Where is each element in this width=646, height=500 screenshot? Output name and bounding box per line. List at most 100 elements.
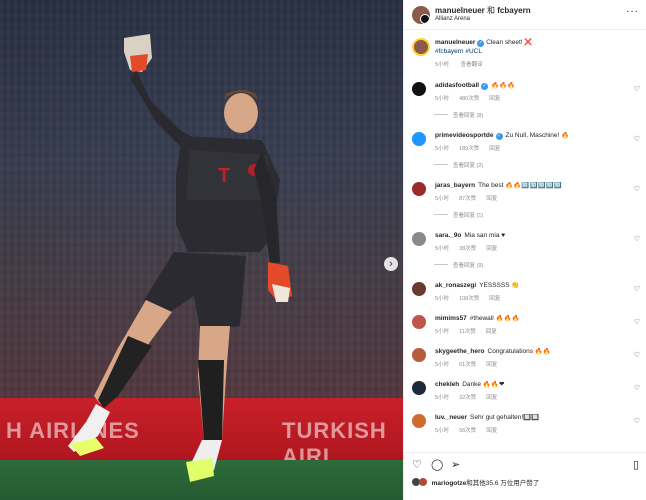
share-icon[interactable]: ➢ — [451, 458, 460, 471]
comment-username[interactable]: luv._neuer — [435, 414, 467, 421]
comment-avatar[interactable] — [412, 182, 426, 196]
comment-reply[interactable]: 回复 — [489, 96, 500, 102]
comment-avatar[interactable] — [412, 82, 426, 96]
comment-username[interactable]: jaras_bayern — [435, 182, 475, 189]
post-photo[interactable]: H AIRLINES TURKISH AIRL T › — [0, 0, 403, 500]
comment-time: 5小时 — [435, 246, 450, 252]
comment-meta: 5小时 61次赞 回复 — [435, 360, 507, 368]
comment-likes[interactable]: 61次赞 — [459, 362, 476, 368]
caption-avatar[interactable] — [412, 38, 430, 56]
comment-heart-icon[interactable]: ♡ — [634, 318, 640, 326]
caption-text: Clean sheet! ❌ — [486, 39, 533, 46]
comment-heart-icon[interactable]: ♡ — [634, 135, 640, 143]
comment-username[interactable]: adidasfootball — [435, 82, 479, 89]
view-replies-link[interactable]: 查看回复 (1) — [434, 211, 483, 219]
comment-avatar[interactable] — [412, 282, 426, 296]
comment-time: 5小时 — [435, 395, 450, 401]
comment-avatar[interactable] — [412, 414, 426, 428]
author-avatar[interactable] — [412, 6, 430, 24]
comment-likes[interactable]: 480次赞 — [459, 96, 479, 102]
comment-text: The best 🔥🔥🔟🔟🔟🔟🔟 — [478, 182, 562, 189]
comment-likes[interactable]: 56次赞 — [459, 428, 476, 434]
caption-hashtags[interactable]: #fcbayern #UCL — [435, 48, 482, 56]
next-arrow-icon[interactable]: › — [384, 257, 398, 271]
comment-reply[interactable]: 回复 — [486, 395, 497, 401]
heart-icon[interactable]: ♡ — [412, 458, 422, 471]
comment-text-line: adidasfootball ✓ 🔥🔥🔥 — [435, 82, 630, 90]
view-replies-link[interactable]: 查看回复 (9) — [434, 261, 483, 269]
verified-icon: ✓ — [495, 133, 503, 140]
comment-time: 5小时 — [435, 146, 450, 152]
comment-heart-icon[interactable]: ♡ — [634, 85, 640, 93]
likes-summary: mariogotze和其他35.6 万位用户赞了 — [412, 477, 539, 487]
caption-time: 5小时 — [435, 62, 450, 68]
comment-reply[interactable]: 回复 — [486, 196, 497, 202]
post-author: manuelneuer 和 fcbayern — [435, 5, 531, 16]
comment-username[interactable]: primevideosportde — [435, 132, 494, 139]
comment-reply[interactable]: 回复 — [486, 428, 497, 434]
comment-username[interactable]: ak_ronaszegi — [435, 282, 476, 289]
comment-likes[interactable]: 38次赞 — [459, 246, 476, 252]
comment-text: Congratulations 🔥🔥 — [487, 348, 552, 355]
comment-text-line: luv._neuer Sehr gut gehalten!🔲🔲 — [435, 414, 630, 422]
comment-icon[interactable]: ◯ — [431, 458, 443, 471]
view-replies-link[interactable]: 查看回复 (2) — [434, 161, 483, 169]
comment-meta: 5小时 189次赞 回复 — [435, 144, 510, 152]
comment-time: 5小时 — [435, 196, 450, 202]
comment-heart-icon[interactable]: ♡ — [634, 235, 640, 243]
comment-heart-icon[interactable]: ♡ — [634, 285, 640, 293]
author-username[interactable]: manuelneuer — [435, 6, 485, 15]
more-icon[interactable]: ··· — [626, 6, 639, 17]
comment-likes[interactable]: 11次赞 — [459, 329, 476, 335]
comment-username[interactable]: mimims57 — [435, 315, 467, 322]
comment-meta: 5小时 108次赞 回复 — [435, 294, 510, 302]
comment-heart-icon[interactable]: ♡ — [634, 351, 640, 359]
comment-heart-icon[interactable]: ♡ — [634, 185, 640, 193]
comment-text-line: jaras_bayern The best 🔥🔥🔟🔟🔟🔟🔟 — [435, 182, 630, 190]
comment-heart-icon[interactable]: ♡ — [634, 384, 640, 392]
bookmark-icon[interactable]: ▯ — [633, 458, 639, 471]
caption-username[interactable]: manuelneuer — [435, 39, 475, 46]
comment-meta: 5小时 87次赞 回复 — [435, 194, 507, 202]
view-replies-link[interactable]: 查看回复 (8) — [434, 111, 483, 119]
comment-likes[interactable]: 32次赞 — [459, 395, 476, 401]
comment-reply[interactable]: 回复 — [486, 246, 497, 252]
comment-text-line: mimims57 #thewall 🔥🔥🔥 — [435, 315, 630, 323]
post-location[interactable]: Allianz Arena — [435, 16, 470, 22]
collab-username[interactable]: fcbayern — [497, 6, 530, 15]
comment-text-line: skygeethe_hero Congratulations 🔥🔥 — [435, 348, 630, 356]
post-header: manuelneuer 和 fcbayern Allianz Arena ··· — [404, 0, 646, 30]
comment-reply[interactable]: 回复 — [489, 146, 500, 152]
comment-heart-icon[interactable]: ♡ — [634, 417, 640, 425]
comment-time: 5小时 — [435, 329, 450, 335]
comment-meta: 5小时 480次赞 回复 — [435, 94, 510, 102]
comment-username[interactable]: chekleh — [435, 381, 459, 388]
comment-reply[interactable]: 回复 — [486, 329, 497, 335]
comment-text: Danke 🔥🔥❤ — [462, 381, 505, 388]
likes-text[interactable]: 和其他35.6 万位用户赞了 — [466, 480, 539, 487]
comment-reply[interactable]: 回复 — [489, 296, 500, 302]
comment-meta: 5小时 32次赞 回复 — [435, 393, 507, 401]
liker-avatar-2 — [418, 478, 427, 486]
comment-meta: 5小时 11次赞 回复 — [435, 327, 507, 335]
comment-avatar[interactable] — [412, 315, 426, 329]
comment-likes[interactable]: 108次赞 — [459, 296, 479, 302]
comment-time: 5小时 — [435, 428, 450, 434]
comment-text: Sehr gut gehalten!🔲🔲 — [470, 414, 540, 421]
post-side-panel: manuelneuer 和 fcbayern Allianz Arena ···… — [403, 0, 646, 500]
comment-reply[interactable]: 回复 — [486, 362, 497, 368]
comment-username[interactable]: skygeethe_hero — [435, 348, 485, 355]
comment-avatar[interactable] — [412, 232, 426, 246]
comment-username[interactable]: sara._9o — [435, 232, 461, 239]
comment-avatar[interactable] — [412, 132, 426, 146]
comment-time: 5小时 — [435, 362, 450, 368]
collab-joiner: 和 — [487, 6, 496, 15]
translate-link[interactable]: 查看翻译 — [461, 62, 483, 68]
comment-likes[interactable]: 189次赞 — [459, 146, 479, 152]
comment-avatar[interactable] — [412, 381, 426, 395]
comment-likes[interactable]: 87次赞 — [459, 196, 476, 202]
verified-icon: ✓ — [481, 83, 489, 90]
comment-avatar[interactable] — [412, 348, 426, 362]
liker-username[interactable]: mariogotze — [432, 480, 467, 487]
goalkeeper-figure: T — [68, 34, 292, 482]
